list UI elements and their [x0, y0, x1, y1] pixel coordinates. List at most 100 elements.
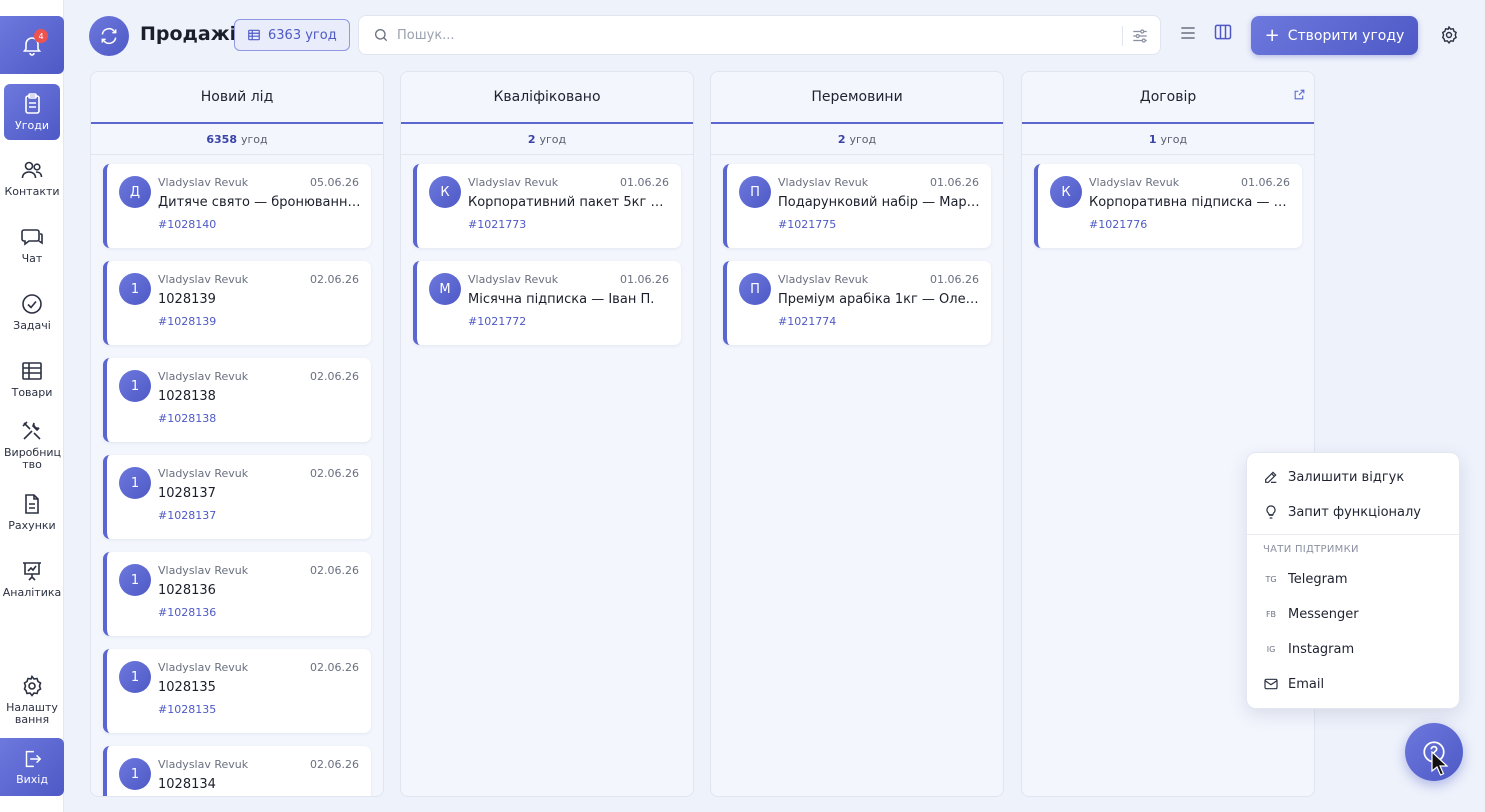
sidebar-item-tasks[interactable]: Задачі [0, 292, 64, 332]
mail-icon [1264, 678, 1278, 690]
feature-request-item[interactable]: Запит функціоналу [1263, 501, 1421, 523]
support-chats-heading: ЧАТИ ПІДТРИМКИ [1263, 544, 1359, 555]
filter-sliders-icon[interactable] [1131, 27, 1149, 45]
chat-icon [21, 229, 43, 246]
deal-title: Корпоративний пакет 5кг — … [468, 195, 673, 210]
leave-feedback-item[interactable]: Залишити відгук [1263, 466, 1404, 488]
column-title: Договір [1139, 89, 1197, 105]
menu-divider [1247, 534, 1459, 535]
users-icon [21, 161, 43, 179]
deal-id[interactable]: #1028139 [158, 315, 216, 328]
column-title: Кваліфіковано [493, 89, 601, 105]
deal-card[interactable]: 1 Vladyslav Revuk 02.06.26 1028135 #1028135 [103, 649, 371, 733]
table-icon [22, 362, 42, 380]
list-view-icon[interactable] [1178, 23, 1198, 43]
deal-id[interactable]: #1028135 [158, 703, 216, 716]
column-count-suffix: угод [241, 132, 268, 146]
search-icon [375, 29, 388, 42]
deal-card[interactable]: К Vladyslav Revuk 01.06.26 Корпоративний па… [413, 164, 681, 248]
deal-id[interactable]: #1028136 [158, 606, 216, 619]
external-link-icon[interactable] [1293, 88, 1306, 101]
sidebar-item-logout[interactable]: Вихід [0, 738, 64, 796]
deal-card[interactable]: Д Vladyslav Revuk 05.06.26 Дитяче свято — б… [103, 164, 371, 248]
avatar: П [739, 176, 771, 208]
deal-id[interactable]: #1028137 [158, 509, 216, 522]
edit-icon [1265, 471, 1277, 483]
avatar: П [739, 273, 771, 305]
column-header[interactable]: Новий лід [91, 72, 383, 124]
email-item[interactable]: Email [1263, 673, 1324, 695]
deal-date: 01.06.26 [620, 273, 669, 286]
avatar: М [429, 273, 461, 305]
table-icon [248, 29, 260, 41]
column-header[interactable]: Перемовини [711, 72, 1003, 124]
mouse-cursor-icon [1431, 751, 1449, 776]
sidebar-item-contacts[interactable]: Контакти [0, 158, 64, 198]
deal-id[interactable]: #1028140 [158, 218, 216, 231]
deal-date: 01.06.26 [930, 176, 979, 189]
telegram-item[interactable]: TG Telegram [1263, 568, 1348, 590]
deal-id[interactable]: #1021775 [778, 218, 836, 231]
messenger-item[interactable]: FB Messenger [1263, 603, 1359, 625]
board-view-icon[interactable] [1213, 22, 1233, 42]
pipeline-column-negotiations: Перемовини 2 угод П Vladyslav Revuk 01.06.2… [710, 71, 1004, 797]
deal-title: Дитяче свято — бронювання… [158, 195, 363, 210]
deal-card[interactable]: К Vladyslav Revuk 01.06.26 Корпоративна під… [1034, 164, 1302, 248]
deal-id[interactable]: #1021773 [468, 218, 526, 231]
deal-card[interactable]: 1 Vladyslav Revuk 02.06.26 1028134 [103, 746, 371, 796]
deal-owner: Vladyslav Revuk [158, 273, 249, 286]
deal-id[interactable]: #1028138 [158, 412, 216, 425]
deal-card[interactable]: 1 Vladyslav Revuk 02.06.26 1028138 #1028138 [103, 358, 371, 442]
sidebar-item-deals[interactable]: Угоди [4, 84, 60, 140]
sidebar-item-settings[interactable]: Налашту вання [0, 674, 64, 726]
deal-card[interactable]: П Vladyslav Revuk 01.06.26 Преміум арабіка … [723, 261, 991, 345]
column-count-suffix: угод [849, 132, 877, 146]
deal-id[interactable]: #1021774 [778, 315, 836, 328]
gear-icon[interactable] [1439, 25, 1459, 45]
deal-title: 1028134 [158, 777, 216, 792]
telegram-label: Telegram [1288, 571, 1348, 587]
deal-owner: Vladyslav Revuk [778, 176, 869, 189]
column-title: Новий лід [200, 89, 274, 105]
column-count: 1 угод [1022, 124, 1314, 155]
deal-card[interactable]: П Vladyslav Revuk 01.06.26 Подарунковий наб… [723, 164, 991, 248]
deal-card[interactable]: 1 Vladyslav Revuk 02.06.26 1028136 #1028136 [103, 552, 371, 636]
notifications-button[interactable]: 4 [0, 16, 64, 74]
deals-count-badge[interactable]: 6363 угод [234, 19, 350, 51]
deal-owner: Vladyslav Revuk [158, 467, 249, 480]
sidebar-item-label: Чат [21, 252, 43, 265]
column-count-number: 6358 [206, 132, 237, 146]
sidebar-item-production[interactable]: Виробниц тво [0, 419, 64, 471]
deal-date: 05.06.26 [310, 176, 359, 189]
sidebar: 4 Угоди Контакти Чат Задачі Товари Вироб… [0, 0, 64, 812]
deal-owner: Vladyslav Revuk [468, 176, 559, 189]
deal-card[interactable]: 1 Vladyslav Revuk 02.06.26 1028139 #1028139 [103, 261, 371, 345]
instagram-item[interactable]: IG Instagram [1263, 638, 1354, 660]
sidebar-item-label: Рахунки [8, 519, 56, 532]
presentation-chart-icon [23, 562, 41, 581]
deal-date: 02.06.26 [310, 661, 359, 674]
clipboard-icon [25, 93, 40, 114]
sidebar-item-chat[interactable]: Чат [0, 225, 64, 265]
sidebar-item-invoices[interactable]: Рахунки [0, 492, 64, 532]
deal-title: Подарунковий набір — Марі… [778, 195, 983, 210]
search-input[interactable] [397, 27, 1117, 43]
column-header[interactable]: Кваліфіковано [401, 72, 693, 124]
sidebar-item-analytics[interactable]: Аналітика [0, 559, 64, 599]
refresh-button[interactable] [89, 16, 129, 56]
messenger-icon: FB [1265, 609, 1277, 619]
deal-id[interactable]: #1021772 [468, 315, 526, 328]
column-count-suffix: угод [539, 132, 567, 146]
deal-owner: Vladyslav Revuk [158, 758, 249, 771]
column-count-number: 1 [1148, 132, 1157, 146]
column-title: Перемовини [811, 89, 903, 105]
column-header[interactable]: Договір [1022, 72, 1314, 124]
deal-card[interactable]: 1 Vladyslav Revuk 02.06.26 1028137 #1028137 [103, 455, 371, 539]
deal-card[interactable]: М Vladyslav Revuk 01.06.26 Місячна підписка… [413, 261, 681, 345]
create-deal-button[interactable]: + Створити угоду [1251, 16, 1418, 55]
gear-icon [23, 674, 42, 697]
deal-id[interactable]: #1021776 [1089, 218, 1147, 231]
deal-owner: Vladyslav Revuk [158, 564, 249, 577]
sidebar-item-label: Аналітика [2, 586, 62, 599]
sidebar-item-products[interactable]: Товари [0, 359, 64, 399]
